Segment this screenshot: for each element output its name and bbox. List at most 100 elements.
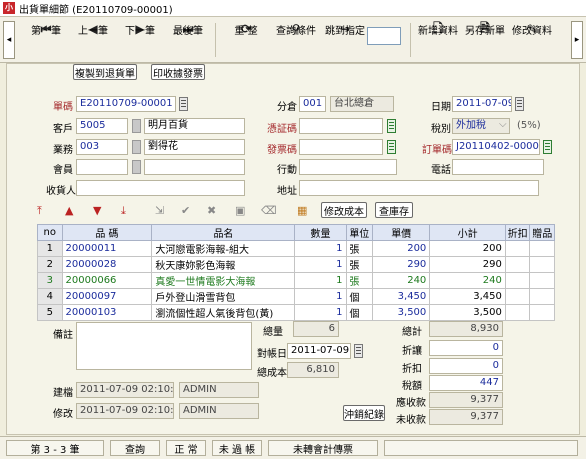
memo-textarea[interactable] (76, 322, 252, 370)
main-panel: 複製到退貨單 印收據發票 單碼 E20110709-00001 分倉 001 台… (6, 63, 580, 435)
edit-cost-button[interactable]: 修改成本 (321, 202, 367, 218)
offset-records-button[interactable]: 沖銷紀錄 (343, 405, 385, 421)
voucher-field[interactable] (299, 118, 383, 134)
table-header-row: no 品 碼 品名 數量 單位 單價 小計 折扣 贈品 (37, 224, 555, 241)
member-code-field[interactable] (76, 159, 128, 175)
edit-record-button[interactable]: ✎ 修改資料 (510, 20, 554, 60)
check-row-icon[interactable]: ✔ (181, 204, 190, 217)
mobile-field[interactable] (299, 159, 397, 175)
move-bottom-icon[interactable]: ⤓ (121, 204, 126, 218)
chevron-down-icon[interactable]: ⌵ (499, 119, 507, 130)
items-table: no 品 碼 品名 數量 單位 單價 小計 折扣 贈品 1 20000011 大… (37, 224, 555, 321)
table-row[interactable]: 4 20000097 戶外登山滑雪背包 1 個 3,450 3,450 (37, 288, 555, 305)
query-condition-button[interactable]: ⚲ 查詢條件 (274, 20, 318, 60)
invoice-field[interactable] (299, 139, 383, 155)
last-record-button[interactable]: ⏭ 最後筆 (170, 20, 206, 60)
state-status: 正 常 (166, 440, 206, 456)
col-discount-header: 折扣 (504, 224, 531, 241)
invoice-label: 發票碼 (267, 145, 297, 156)
app-icon: 小 (3, 2, 15, 14)
warehouse-label: 分倉 (277, 102, 297, 113)
date-field[interactable]: 2011-07-09 (452, 96, 512, 112)
col-qty-header: 數量 (294, 224, 347, 241)
sales-picker-icon[interactable] (132, 140, 141, 154)
move-up-icon[interactable]: ▲ (65, 204, 73, 217)
scroll-left-arrow-icon[interactable]: ◂ (3, 21, 15, 59)
total-qty-field: 6 (293, 321, 339, 337)
prev-record-button[interactable]: ◀ 上一筆 (75, 20, 111, 60)
address-field[interactable] (299, 180, 539, 196)
toolbar-separator (410, 23, 411, 57)
memo-label: 備註 (53, 330, 73, 341)
customer-name-field[interactable]: 明月百貨 (144, 118, 245, 134)
insert-row-icon[interactable]: ⇲ (155, 204, 164, 217)
po-picker-icon[interactable] (543, 140, 552, 154)
jump-target-input[interactable] (367, 27, 401, 45)
member-picker-icon[interactable] (132, 160, 141, 174)
col-unit-header: 單位 (345, 224, 374, 241)
post-status: 未 過 帳 (212, 440, 262, 456)
toolbar: ◂ ⏮ 第一筆 ◀ 上一筆 ▶ 下一筆 ⏭ 最後筆 ⟳ 重 整 ⚲ 查詢條件 ↪… (0, 17, 586, 63)
next-record-button[interactable]: ▶ 下一筆 (122, 20, 158, 60)
unpaid-label: 未收款 (396, 415, 426, 426)
voucher-picker-icon[interactable] (387, 119, 396, 133)
tax-rate-text: (5%) (517, 120, 541, 131)
phone-field[interactable] (452, 159, 544, 175)
calendar-icon[interactable] (354, 344, 363, 358)
warehouse-code-field[interactable]: 001 (299, 96, 326, 112)
window-title: 出貨單細節 (E20110709-00001) (19, 4, 173, 16)
move-top-icon[interactable]: ⤒ (37, 204, 42, 218)
jump-to-button[interactable]: ↪ 跳到指定 (323, 20, 367, 60)
col-no-header: no (37, 224, 63, 241)
new-record-button[interactable]: 🗋 新增資料 (416, 20, 460, 60)
check-stock-button[interactable]: 查庫存 (375, 202, 413, 218)
eraser-icon[interactable]: ⌫ (261, 204, 277, 217)
copy-to-return-button[interactable]: 複製到退貨單 (73, 64, 137, 80)
order-no-field[interactable]: E20110709-00001 (76, 96, 176, 112)
copy-row-icon[interactable]: ▣ (235, 204, 245, 217)
record-position-status: 第 3 - 3 筆 (6, 440, 104, 456)
accounting-status: 未轉會計傳票 (268, 440, 378, 456)
sales-name-field[interactable]: 劉得花 (144, 139, 245, 155)
calendar-icon[interactable] (515, 97, 524, 111)
total-cost-field: 6,810 (287, 362, 339, 378)
member-name-field[interactable] (144, 159, 245, 175)
customer-picker-icon[interactable] (132, 119, 141, 133)
refresh-button[interactable]: ⟳ 重 整 (228, 20, 264, 60)
rebate-field[interactable]: 0 (429, 358, 503, 374)
member-label: 會員 (53, 165, 73, 176)
col-price-header: 單價 (372, 224, 431, 241)
col-subtotal-header: 小計 (429, 224, 506, 241)
order-list-icon[interactable] (179, 97, 188, 111)
po-field[interactable]: J20110402-00001 (452, 139, 540, 155)
grid-toolbar: ⤒ ▲ ▼ ⤓ ⇲ ✔ ✖ ▣ ⌫ ▦ 修改成本 查庫存 (31, 200, 551, 222)
order-no-label: 單碼 (53, 102, 73, 113)
table-row[interactable]: 3 20000066 真愛一世情電影大海報 1 張 240 240 (37, 272, 555, 289)
modified-by-field: ADMIN (179, 403, 259, 419)
table-row[interactable]: 5 20000103 瀏流個性超人氣後背包(黃) 1 個 3,500 3,500 (37, 304, 555, 321)
first-record-button[interactable]: ⏮ 第一筆 (28, 20, 64, 60)
invoice-picker-icon[interactable] (387, 140, 396, 154)
sales-code-field[interactable]: 003 (76, 139, 128, 155)
receiver-field[interactable] (76, 180, 245, 196)
toolbar-separator (215, 23, 216, 57)
settle-date-field[interactable]: 2011-07-09 (287, 343, 351, 359)
settle-date-label: 對帳日 (257, 349, 287, 360)
calendar-icon[interactable]: ▦ (297, 204, 307, 217)
allowance-field[interactable]: 0 (429, 340, 503, 356)
scroll-right-arrow-icon[interactable]: ▸ (571, 21, 583, 59)
table-row[interactable]: 2 20000028 秋天康妳影色海報 1 張 290 290 (37, 256, 555, 273)
customer-code-field[interactable]: 5005 (76, 118, 128, 134)
created-label: 建檔 (53, 388, 73, 399)
table-row[interactable]: 1 20000011 大河戀電影海報-組大 1 張 200 200 (37, 240, 555, 257)
total-field: 8,930 (429, 321, 503, 337)
tax-amount-field[interactable]: 447 (429, 375, 503, 391)
status-bar: 第 3 - 3 筆 查詢 正 常 未 過 帳 未轉會計傳票 (0, 436, 586, 459)
move-down-icon[interactable]: ▼ (93, 204, 101, 217)
modified-at-field: 2011-07-09 02:10:19 (76, 403, 174, 419)
print-invoice-button[interactable]: 印收據發票 (151, 64, 205, 80)
save-as-new-button[interactable]: 🗎 另存新單 (463, 20, 507, 60)
sales-label: 業務 (53, 145, 73, 156)
warehouse-name-field: 台北總倉 (330, 96, 394, 112)
delete-row-icon[interactable]: ✖ (207, 204, 216, 217)
